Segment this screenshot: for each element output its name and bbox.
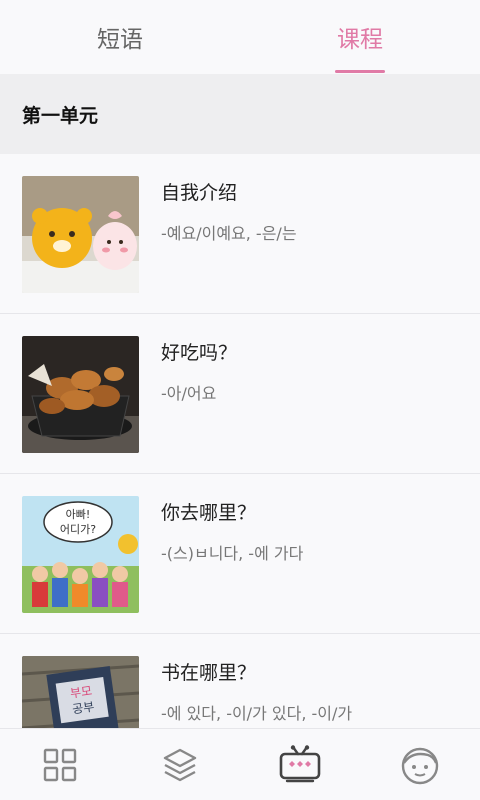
nav-profile-button[interactable] [360,729,480,800]
active-tab-indicator [335,70,385,73]
nav-grid-button[interactable] [0,729,120,800]
poster-text-line2: 어디가? [60,523,96,536]
lesson-grammar: -예요/이예요, -은/는 [161,224,297,243]
lesson-title: 好吃吗？ [161,342,238,364]
bottom-nav-bar [0,728,480,800]
lesson-title: 你去哪里？ [161,502,257,524]
nav-layers-button[interactable] [120,729,240,800]
profile-face-icon [401,747,439,785]
poster-text-line1: 아빠! [66,508,91,521]
grid-icon [43,748,77,782]
tab-courses[interactable]: 课程 [240,0,480,74]
section-title: 第一单元 [0,74,480,154]
tab-phrases[interactable]: 短语 [0,0,240,74]
lesson-item[interactable]: 부모 공부 书在哪里？ -에 있다, -이/가 있다, -이/가 [0,634,480,728]
lesson-item[interactable]: 自我介绍 -예요/이예요, -은/는 [0,154,480,314]
lesson-thumbnail [22,336,139,453]
lesson-item[interactable]: 好吃吗？ -아/어요 [0,314,480,474]
lesson-grammar: -(스)ㅂ니다, -에 가다 [161,544,304,563]
tv-icon [279,745,321,783]
lesson-list[interactable]: 自我介绍 -예요/이예요, -은/는 好吃吗？ -아/어요 아빠! 어디가? 你… [0,154,480,728]
lesson-title: 书在哪里？ [161,662,257,684]
lesson-grammar: -아/어요 [161,384,217,403]
lesson-thumbnail: 아빠! 어디가? [22,496,139,613]
lesson-grammar: -에 있다, -이/가 있다, -이/가 [161,704,353,723]
lesson-thumbnail: 부모 공부 [22,656,139,728]
lesson-item[interactable]: 아빠! 어디가? 你去哪里？ -(스)ㅂ니다, -에 가다 [0,474,480,634]
lesson-title: 自我介绍 [161,182,238,204]
layers-icon [163,748,197,782]
top-tab-bar: 短语 课程 [0,0,480,74]
nav-tv-button[interactable] [240,729,360,800]
lesson-thumbnail [22,176,139,293]
